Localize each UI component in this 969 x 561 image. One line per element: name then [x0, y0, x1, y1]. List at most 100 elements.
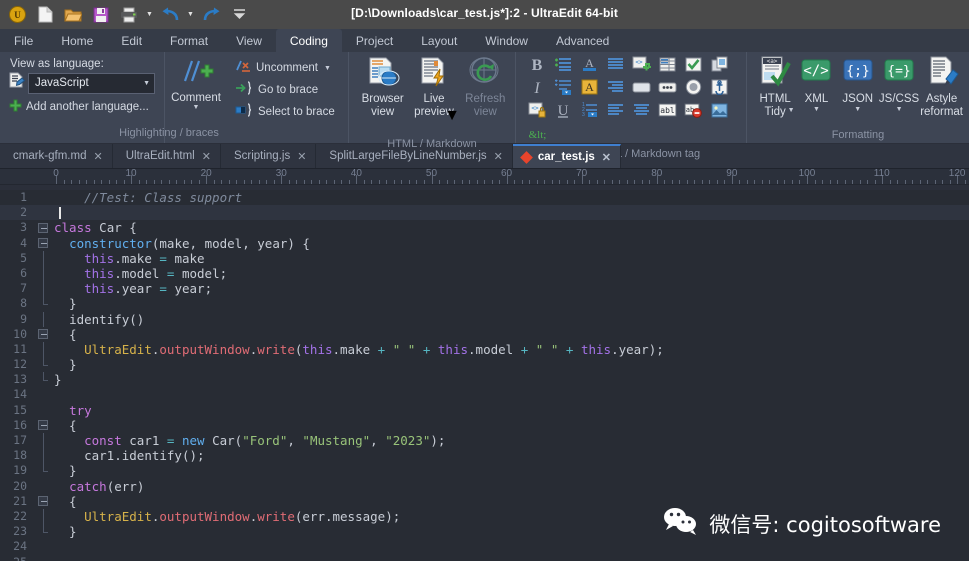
editor-line[interactable]: 7 this.year = year; [0, 281, 969, 297]
ribbon-tab-layout[interactable]: Layout [407, 29, 471, 52]
editor-line[interactable]: 21 { [0, 494, 969, 509]
editor-line[interactable]: 1 //Test: Class support [0, 190, 969, 205]
editor-line[interactable]: 5 this.make = make [0, 250, 969, 266]
button-icon[interactable] [632, 81, 651, 99]
fold-toggle-icon[interactable] [38, 420, 48, 431]
js-css-format-button[interactable]: {=} JS/CSS ▼ [879, 55, 919, 113]
new-file-icon[interactable] [32, 3, 58, 27]
checkbox-icon[interactable] [685, 57, 702, 77]
editor-line[interactable]: 12 } [0, 357, 969, 372]
fold-gutter[interactable] [34, 372, 54, 387]
text-field-icon[interactable]: abl [658, 103, 677, 122]
editor-line[interactable]: 11 UltraEdit.outputWindow.write(this.mak… [0, 341, 969, 358]
fold-gutter[interactable] [34, 479, 54, 494]
fold-toggle-icon[interactable] [38, 238, 48, 249]
ribbon-tab-format[interactable]: Format [156, 29, 222, 52]
ribbon-tab-window[interactable]: Window [471, 29, 542, 52]
fold-gutter[interactable] [34, 494, 54, 509]
editor-line[interactable]: 16 { [0, 418, 969, 433]
js-css-dropdown-arrow-icon[interactable]: ▼ [896, 106, 903, 113]
html-tidy-dropdown-arrow-icon[interactable]: ▼ [788, 107, 795, 114]
fold-gutter[interactable] [34, 220, 54, 235]
fold-gutter[interactable] [34, 463, 54, 478]
copy-tag-icon[interactable] [711, 56, 728, 77]
json-dropdown-arrow-icon[interactable]: ▼ [854, 106, 861, 113]
fold-gutter[interactable] [34, 357, 54, 372]
close-icon[interactable]: ✕ [93, 150, 102, 163]
add-another-language-button[interactable]: Add another language... [9, 99, 149, 115]
ribbon-tab-home[interactable]: Home [47, 29, 107, 52]
ribbon-tab-project[interactable]: Project [342, 29, 407, 52]
fold-gutter[interactable] [34, 433, 54, 449]
align-right-icon[interactable] [607, 80, 624, 99]
browser-view-button[interactable]: Browser view [359, 55, 406, 119]
fold-gutter[interactable] [34, 387, 54, 402]
undo-dropdown-arrow-icon[interactable]: ▼ [185, 3, 196, 27]
editor-line[interactable]: 17 const car1 = new Car("Ford", "Mustang… [0, 433, 969, 449]
editor-line[interactable]: 25 [0, 555, 969, 561]
document-tab-car-test-js[interactable]: car_test.js ✕ [512, 144, 622, 168]
xml-dropdown-arrow-icon[interactable]: ▼ [813, 106, 820, 113]
lock-code-icon[interactable]: <> [528, 102, 547, 124]
fold-gutter[interactable] [34, 190, 54, 205]
fold-gutter[interactable] [34, 555, 54, 561]
save-icon[interactable] [88, 3, 114, 27]
close-icon[interactable]: ✕ [202, 150, 211, 163]
select-to-brace-button[interactable]: Select to brace [235, 101, 335, 123]
escape-entity-icon[interactable]: &lt; [528, 126, 547, 146]
customize-qat-icon[interactable] [226, 3, 252, 27]
editor-line[interactable]: 22 UltraEdit.outputWindow.write(err.mess… [0, 508, 969, 525]
fold-gutter[interactable] [34, 341, 54, 358]
editor-line[interactable]: 2 [0, 205, 969, 221]
live-preview-dropdown-arrow-icon[interactable]: ▼ [444, 107, 460, 125]
radio-button-icon[interactable] [685, 79, 702, 100]
print-icon[interactable] [116, 3, 142, 27]
json-format-button[interactable]: {;} JSON ▼ [838, 55, 878, 113]
underline-icon[interactable]: U [555, 102, 571, 124]
editor-line[interactable]: 9 identify() [0, 311, 969, 327]
fold-toggle-icon[interactable] [38, 329, 48, 340]
close-icon[interactable]: ✕ [297, 150, 306, 163]
document-tab-scripting-js[interactable]: Scripting.js ✕ [221, 144, 317, 168]
ribbon-tab-file[interactable]: File [0, 29, 47, 52]
image-icon[interactable] [711, 103, 728, 123]
editor-line[interactable]: 15 try [0, 403, 969, 418]
document-tab-splitlargefilebylinenumber-js[interactable]: SplitLargeFileByLineNumber.js ✕ [316, 144, 513, 168]
comment-dropdown-arrow-icon[interactable]: ▼ [193, 104, 200, 112]
ribbon-tab-view[interactable]: View [222, 29, 276, 52]
close-icon[interactable]: ✕ [602, 151, 611, 164]
align-center-icon[interactable] [633, 103, 650, 122]
open-folder-icon[interactable] [60, 3, 86, 27]
editor-line[interactable]: 18 car1.identify(); [0, 448, 969, 464]
ribbon-tab-edit[interactable]: Edit [107, 29, 156, 52]
fold-gutter[interactable] [34, 327, 54, 342]
document-tab-ultraedit-html[interactable]: UltraEdit.html ✕ [113, 144, 221, 168]
fold-gutter[interactable] [34, 311, 54, 327]
fold-gutter[interactable] [34, 448, 54, 464]
ribbon-tab-advanced[interactable]: Advanced [542, 29, 623, 52]
fold-gutter[interactable] [34, 539, 54, 554]
editor-line[interactable]: 4 constructor(make, model, year) { [0, 236, 969, 251]
editor-line[interactable]: 14 [0, 387, 969, 402]
fold-gutter[interactable] [34, 296, 54, 311]
table-icon[interactable] [659, 57, 676, 77]
xml-format-button[interactable]: </> XML ▼ [796, 55, 836, 113]
fold-gutter[interactable] [34, 418, 54, 433]
editor-line[interactable]: 20 catch(err) [0, 479, 969, 494]
highlight-text-icon[interactable]: A [581, 79, 598, 100]
document-tab-cmark-gfm-md[interactable]: cmark-gfm.md ✕ [0, 144, 113, 168]
ultraedit-logo-icon[interactable]: U [4, 3, 30, 27]
language-select[interactable]: JavaScript ▼ [28, 72, 155, 94]
editor-line[interactable]: 13} [0, 372, 969, 387]
code-editor[interactable]: 1 //Test: Class support 2 3 class Car {4 co… [0, 190, 969, 561]
comment-button[interactable]: Comment ▼ [167, 55, 225, 112]
fold-toggle-icon[interactable] [38, 496, 48, 507]
editor-line[interactable]: 19 } [0, 463, 969, 478]
ribbon-tab-coding[interactable]: Coding [275, 29, 342, 52]
print-dropdown-arrow-icon[interactable]: ▼ [144, 3, 155, 27]
fold-gutter[interactable] [34, 205, 54, 220]
fold-gutter[interactable] [34, 265, 54, 282]
refresh-view-button[interactable]: Refresh view [462, 55, 509, 119]
live-preview-button[interactable]: Live preview ▼ [410, 55, 460, 137]
italic-icon[interactable]: I [529, 79, 545, 101]
